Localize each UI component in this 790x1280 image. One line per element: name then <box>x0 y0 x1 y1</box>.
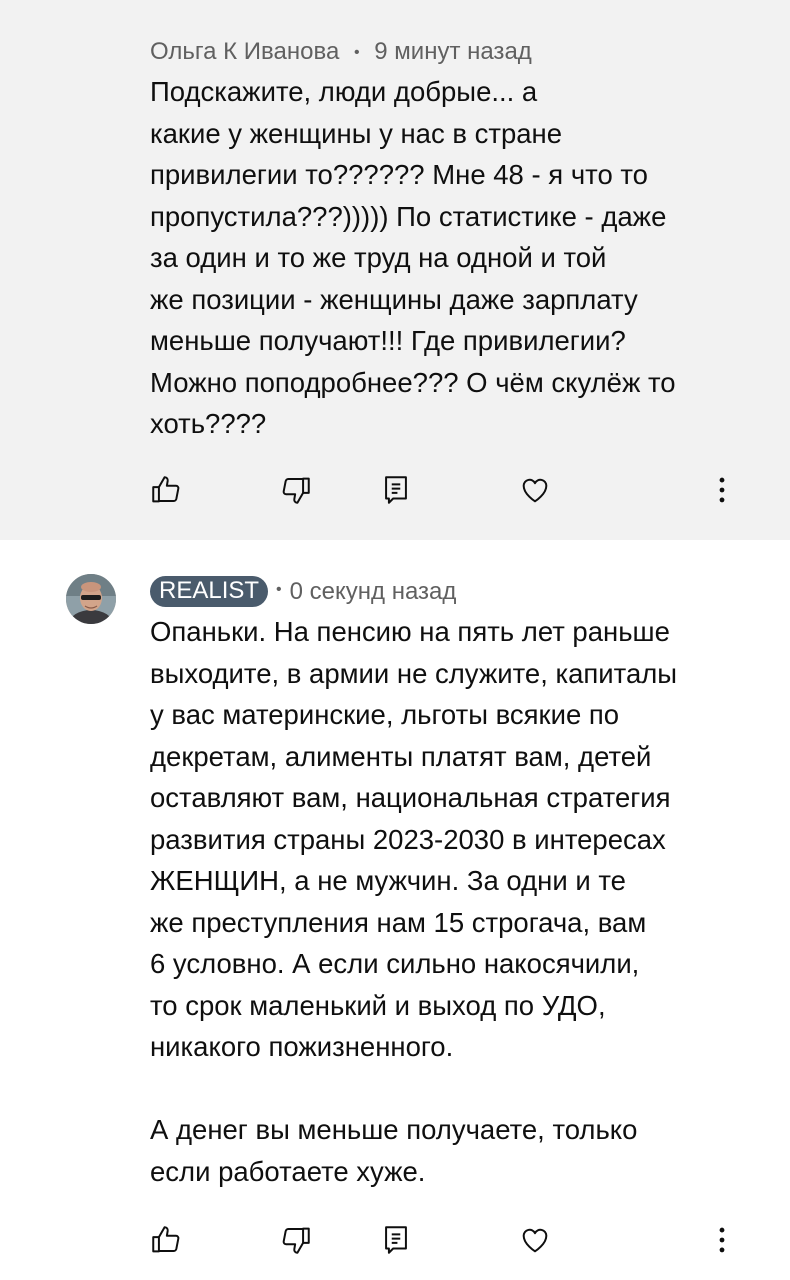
like-icon <box>152 476 180 503</box>
meta-separator: • <box>353 44 360 61</box>
more-button[interactable] <box>702 470 742 510</box>
comment-line: пропустила???))))) По статистике - даже <box>150 200 667 232</box>
comment-text: Подскажите, люди добрые... а какие у жен… <box>150 71 730 445</box>
comment-meta: REALIST • 0 секунд назад <box>150 576 456 607</box>
comment-line: развития страны 2023-2030 в интересах <box>150 823 666 855</box>
dislike-icon <box>282 1227 310 1254</box>
author-badge[interactable]: REALIST <box>150 576 269 607</box>
comment-line: же преступления нам 15 строгача, вам <box>150 906 647 938</box>
comment-line: никакого пожизненного. <box>150 1031 454 1062</box>
dislike-button[interactable] <box>276 470 316 510</box>
comment-line: оставляют вам, национальная стратегия <box>150 782 671 813</box>
comment-realist: REALIST • 0 секунд назад Опаньки. На пен… <box>0 540 790 1280</box>
comment-line: привилегии то?????? Мне 48 - я что то <box>150 159 648 190</box>
comment-line: меньше получают!!! Где привилегии? <box>150 325 626 356</box>
heart-icon <box>522 478 548 503</box>
comment-line: Можно поподробнее??? О чём скулёж то <box>150 366 676 398</box>
comment-line: у вас материнские, льготы всякие по <box>150 699 620 730</box>
comment-line: же позиции - женщины даже зарплату <box>150 283 638 315</box>
dislike-button[interactable] <box>276 1220 316 1260</box>
comment-line: то срок маленький и выход по УДО, <box>150 989 606 1021</box>
comment-author[interactable]: Ольга К Иванова <box>150 38 339 65</box>
comment-line: декретам, алименты платят вам, детей <box>150 740 652 772</box>
like-button[interactable] <box>146 470 186 510</box>
meta-separator: • <box>276 580 282 598</box>
comment-time: 9 минут назад <box>374 38 532 65</box>
comment-line: 6 условно. А если сильно накосячили, <box>150 948 640 979</box>
comment-olga: Ольга К Иванова • 9 минут назад Подскажи… <box>0 0 790 540</box>
heart-button[interactable] <box>515 470 555 510</box>
comment-meta: Ольга К Иванова • 9 минут назад <box>150 38 532 66</box>
reply-icon <box>385 1226 407 1254</box>
comment-line: за один и то же труд на одной и той <box>150 242 607 273</box>
comment-time: 0 секунд назад <box>289 577 457 605</box>
more-button[interactable] <box>702 1220 742 1260</box>
comment-line: хоть???? <box>150 408 267 439</box>
comment-line: выходите, в армии не служите, капиталы <box>150 657 678 689</box>
comment-line: А денег вы меньше получаете, только <box>150 1114 638 1145</box>
more-icon <box>719 1227 725 1253</box>
dislike-icon <box>282 477 310 504</box>
like-icon <box>152 1226 180 1253</box>
comment-text: Опаньки. На пенсию на пять лет раньше вы… <box>150 611 730 1192</box>
comment-line: Опаньки. На пенсию на пять лет раньше <box>150 616 670 647</box>
comment-line: какие у женщины у нас в стране <box>150 117 563 149</box>
reply-button[interactable] <box>376 470 416 510</box>
reply-icon <box>385 476 407 504</box>
heart-icon <box>522 1228 548 1253</box>
comment-actions <box>0 470 790 510</box>
more-icon <box>719 477 725 503</box>
comment-line: если работаете хуже. <box>150 1155 426 1187</box>
comment-actions <box>0 1220 790 1260</box>
comment-line: ЖЕНЩИН, а не мужчин. За одни и те <box>150 865 626 896</box>
user-avatar-icon <box>66 574 116 624</box>
reply-button[interactable] <box>376 1220 416 1260</box>
heart-button[interactable] <box>515 1220 555 1260</box>
comment-line: Подскажите, люди добрые... а <box>150 76 538 107</box>
avatar[interactable] <box>66 574 116 624</box>
like-button[interactable] <box>146 1220 186 1260</box>
